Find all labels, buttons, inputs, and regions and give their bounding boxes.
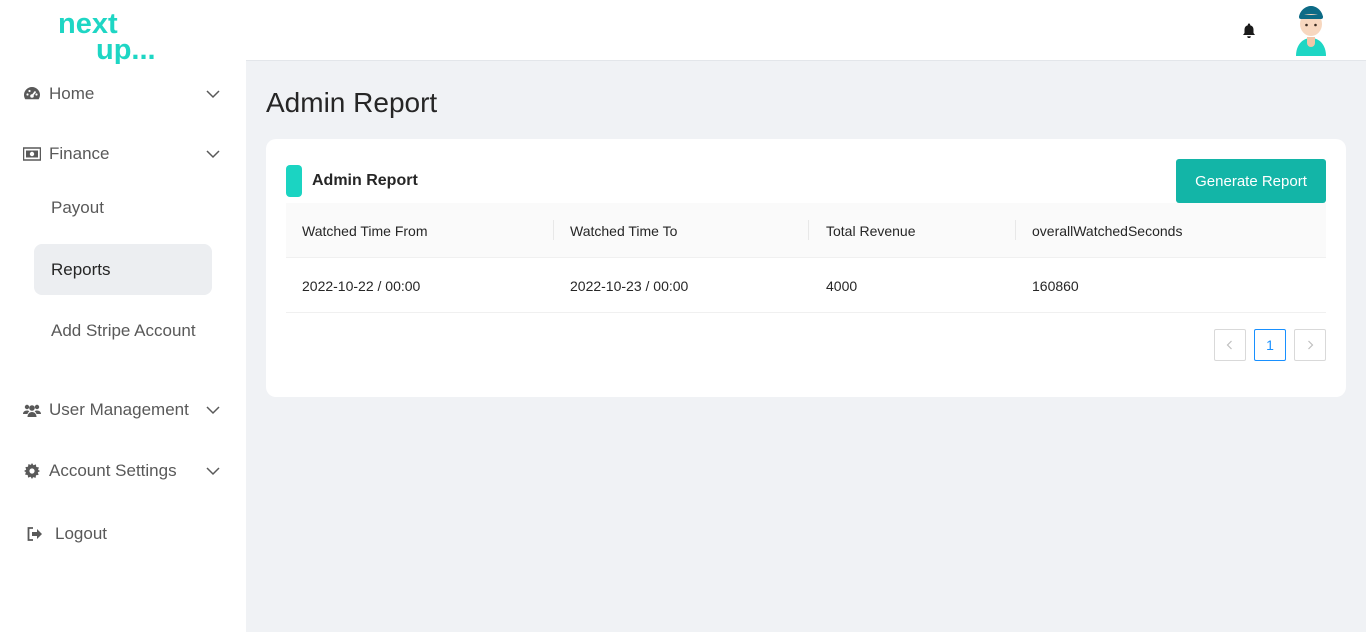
pagination-page-button[interactable]: 1 xyxy=(1254,329,1286,361)
money-bill-icon xyxy=(23,145,41,163)
svg-text:up...: up... xyxy=(96,34,156,64)
chevron-down-icon xyxy=(205,463,221,479)
pagination-prev-button[interactable] xyxy=(1214,329,1246,361)
column-divider xyxy=(553,220,554,240)
generate-report-button[interactable]: Generate Report xyxy=(1176,159,1326,203)
card-title: Admin Report xyxy=(312,172,418,189)
column-header-watched-time-to[interactable]: Watched Time To xyxy=(570,203,677,258)
chevron-down-icon xyxy=(205,402,221,418)
sidebar-subitem-add-stripe-account[interactable]: Add Stripe Account xyxy=(34,305,212,356)
chevron-right-icon xyxy=(1308,340,1314,350)
page-title: Admin Report xyxy=(266,87,438,118)
sidebar-item-logout[interactable]: Logout xyxy=(0,514,246,554)
column-header-overall-watched-seconds[interactable]: overallWatchedSeconds xyxy=(1032,203,1182,258)
sidebar-item-label: Account Settings xyxy=(49,461,177,480)
avatar-icon[interactable] xyxy=(1292,4,1330,56)
cell-watched-time-from: 2022-10-22 / 00:00 xyxy=(302,277,421,294)
cell-watched-time-to: 2022-10-23 / 00:00 xyxy=(570,277,689,294)
cell-overall-watched-seconds: 160860 xyxy=(1032,277,1079,294)
sidebar-subitem-reports[interactable]: Reports xyxy=(34,244,212,295)
sidebar-subitem-payout[interactable]: Payout xyxy=(34,182,212,233)
sidebar-item-label: Logout xyxy=(55,524,107,543)
column-header-watched-time-from[interactable]: Watched Time From xyxy=(302,203,428,258)
admin-report-card: Admin Report Generate Report Watched Tim… xyxy=(266,139,1346,397)
sign-out-icon xyxy=(26,525,44,543)
sidebar-item-label: Home xyxy=(49,84,95,103)
table-header-row: Watched Time From Watched Time To Total … xyxy=(286,203,1326,258)
gear-icon xyxy=(23,462,41,480)
chevron-down-icon xyxy=(205,146,221,162)
sidebar: next up... Home Finance Payout Reports A… xyxy=(0,0,246,632)
sidebar-item-label: Finance xyxy=(49,144,110,163)
dashboard-icon xyxy=(23,85,41,103)
users-icon xyxy=(23,401,41,419)
report-table: Watched Time From Watched Time To Total … xyxy=(286,203,1326,313)
chevron-down-icon xyxy=(205,86,221,102)
sidebar-item-account-settings[interactable]: Account Settings xyxy=(0,451,246,491)
sidebar-item-user-management[interactable]: User Management xyxy=(0,390,246,430)
sidebar-item-label: User Management xyxy=(49,400,189,419)
table-row[interactable]: 2022-10-22 / 00:00 2022-10-23 / 00:00 40… xyxy=(286,258,1326,313)
cell-total-revenue: 4000 xyxy=(826,277,858,294)
top-header xyxy=(246,0,1366,61)
bell-icon[interactable] xyxy=(1241,22,1257,40)
column-header-total-revenue[interactable]: Total Revenue xyxy=(826,203,916,258)
column-divider xyxy=(808,220,809,240)
card-accent-marker xyxy=(286,165,302,197)
pagination-next-button[interactable] xyxy=(1294,329,1326,361)
sidebar-item-finance[interactable]: Finance xyxy=(0,134,246,174)
sidebar-item-home[interactable]: Home xyxy=(0,74,246,114)
column-divider xyxy=(1015,220,1016,240)
nextup-logo[interactable]: next up... xyxy=(58,8,168,64)
chevron-left-icon xyxy=(1226,340,1232,350)
